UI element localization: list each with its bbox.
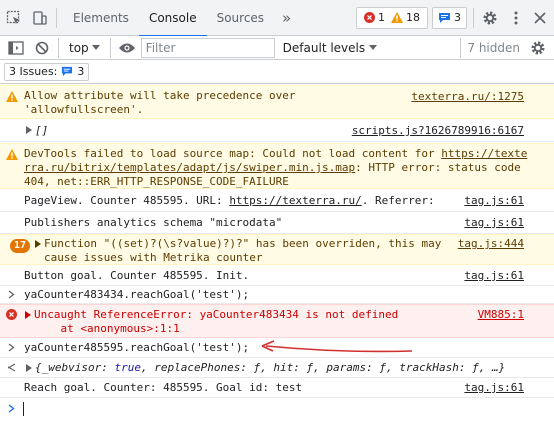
devtools-tabbar: Elements Console Sources » 1 18 3 <box>0 0 554 37</box>
inspect-element-icon[interactable] <box>4 8 24 28</box>
result-part: {_webvisor: <box>35 361 115 374</box>
message-text: yaCounter485595.reachGoal('test'); <box>24 341 250 354</box>
context-label: top <box>69 40 89 55</box>
message-icon <box>439 12 450 23</box>
console-message-error: Uncaught ReferenceError: yaCounter483434… <box>0 304 554 338</box>
source-link[interactable]: tag.js:61 <box>464 194 524 207</box>
device-toolbar-icon[interactable] <box>30 8 50 28</box>
issues-button[interactable]: 3 Issues: 3 <box>4 62 90 81</box>
warning-icon <box>6 149 18 160</box>
expand-triangle-icon[interactable] <box>26 364 32 372</box>
issues-label: 3 Issues: <box>9 65 58 78</box>
console-message-log: Publishers analytics schema "microdata" … <box>0 212 554 234</box>
settings-gear-icon[interactable] <box>480 8 500 28</box>
close-icon[interactable] <box>530 8 550 28</box>
expand-triangle-icon[interactable] <box>35 240 41 248</box>
source-link[interactable]: scripts.js?1626789916:6167 <box>352 124 524 137</box>
console-command: yaCounter483434.reachGoal('test'); <box>0 286 554 304</box>
expand-triangle-icon[interactable] <box>25 311 31 319</box>
issues-bar: 3 Issues: 3 <box>0 60 554 84</box>
divider <box>460 37 462 58</box>
sidebar-toggle-icon[interactable] <box>6 38 26 58</box>
issues-count: 3 <box>77 65 85 78</box>
error-icon <box>364 12 375 23</box>
expand-triangle-icon[interactable] <box>26 126 32 134</box>
result-part: , replacePhones: ƒ, hit: ƒ, params: ƒ, t… <box>140 361 506 374</box>
tab-sources[interactable]: Sources <box>207 0 274 36</box>
tab-elements[interactable]: Elements <box>63 0 139 36</box>
source-link[interactable]: tag.js:61 <box>464 381 524 394</box>
result-object-preview[interactable]: {_webvisor: true, replacePhones: ƒ, hit:… <box>35 361 505 375</box>
prompt-chevron-icon <box>8 404 15 413</box>
source-link[interactable]: VM885:1 <box>478 308 524 321</box>
source-link[interactable]: tag.js:61 <box>464 269 524 282</box>
message-text: DevTools failed to load source map: Coul… <box>24 147 548 189</box>
hidden-count: 7 hidden <box>467 40 520 55</box>
result-arrow-icon <box>7 363 16 372</box>
message-text: Uncaught ReferenceError: yaCounter483434… <box>34 308 399 335</box>
console-message-warning: DevTools failed to load source map: Coul… <box>0 143 554 189</box>
message-text: Allow attribute will take precedence ove… <box>24 89 296 116</box>
message-text: [] <box>35 124 49 137</box>
message-text-part: PageView. Counter 485595. URL: <box>24 194 230 207</box>
console-prompt[interactable] <box>0 398 554 431</box>
message-text: Button goal. Counter 485595. Init. <box>24 269 250 282</box>
caret-down-icon <box>369 45 378 50</box>
context-selector[interactable]: top <box>65 41 104 55</box>
error-icon <box>6 309 17 320</box>
error-count: 1 <box>378 11 385 24</box>
source-link[interactable]: texterra.ru/:1275 <box>411 90 524 103</box>
divider <box>56 7 57 28</box>
more-tabs-button[interactable]: » <box>274 9 299 27</box>
issue-counters[interactable]: 1 18 <box>356 6 428 29</box>
source-link[interactable]: tag.js:444 <box>458 237 524 250</box>
clear-console-icon[interactable] <box>32 38 52 58</box>
warning-icon <box>391 12 403 23</box>
log-levels-dropdown[interactable]: Default levels <box>282 40 378 55</box>
messages-count: 3 <box>454 11 461 24</box>
message-text: PageView. Counter 485595. URL: https://t… <box>24 194 435 208</box>
warning-count: 18 <box>406 11 420 24</box>
filter-input[interactable]: Filter <box>140 37 275 58</box>
console-message-log: [] scripts.js?1626789916:6167 <box>0 120 554 142</box>
more-options-icon[interactable] <box>506 8 526 28</box>
messages-counter[interactable]: 3 <box>432 6 467 29</box>
message-text: Publishers analytics schema "microdata" <box>24 216 283 229</box>
annotation-arrow <box>261 340 413 353</box>
message-text: Reach goal. Counter: 485595. Goal id: te… <box>24 381 303 394</box>
divider <box>473 7 474 28</box>
message-text: yaCounter483434.reachGoal('test'); <box>24 288 250 301</box>
message-icon <box>62 66 73 77</box>
console-message-warning: 17 Function "((set)?(\s?value)?)?" has b… <box>0 234 554 265</box>
console-message-warning: Allow attribute will take precedence ove… <box>0 85 554 119</box>
command-chevron-icon <box>8 290 15 299</box>
repeat-count-badge: 17 <box>10 239 31 253</box>
console-message-log: Button goal. Counter 485595. Init. tag.j… <box>0 266 554 286</box>
message-text: Function "((set)?(\s?value)?)?" has been… <box>44 237 442 264</box>
log-levels-label: Default levels <box>282 40 366 55</box>
warning-icon <box>6 91 18 102</box>
console-message-log: Reach goal. Counter: 485595. Goal id: te… <box>0 378 554 398</box>
divider <box>58 37 59 58</box>
page-url-link[interactable]: https://texterra.ru/ <box>229 194 361 207</box>
divider <box>109 37 111 58</box>
message-text-part: . Referrer: <box>361 194 435 207</box>
text-cursor <box>23 402 24 416</box>
result-value: true <box>114 361 141 374</box>
error-counter: 1 <box>361 11 388 24</box>
live-expression-eye-icon[interactable] <box>117 38 137 58</box>
console-result: {_webvisor: true, replacePhones: ƒ, hit:… <box>0 358 554 378</box>
console-toolbar: top Filter Default levels 7 hidden <box>0 36 554 60</box>
console-message-log: PageView. Counter 485595. URL: https://t… <box>0 190 554 212</box>
console-settings-gear-icon[interactable] <box>528 38 548 58</box>
warning-counter: 18 <box>388 11 423 24</box>
command-chevron-icon <box>8 343 15 352</box>
source-link[interactable]: tag.js:61 <box>464 216 524 229</box>
message-text-part: DevTools failed to load source map: Coul… <box>24 147 442 160</box>
tab-console[interactable]: Console <box>138 0 207 37</box>
caret-down-icon <box>91 45 100 50</box>
